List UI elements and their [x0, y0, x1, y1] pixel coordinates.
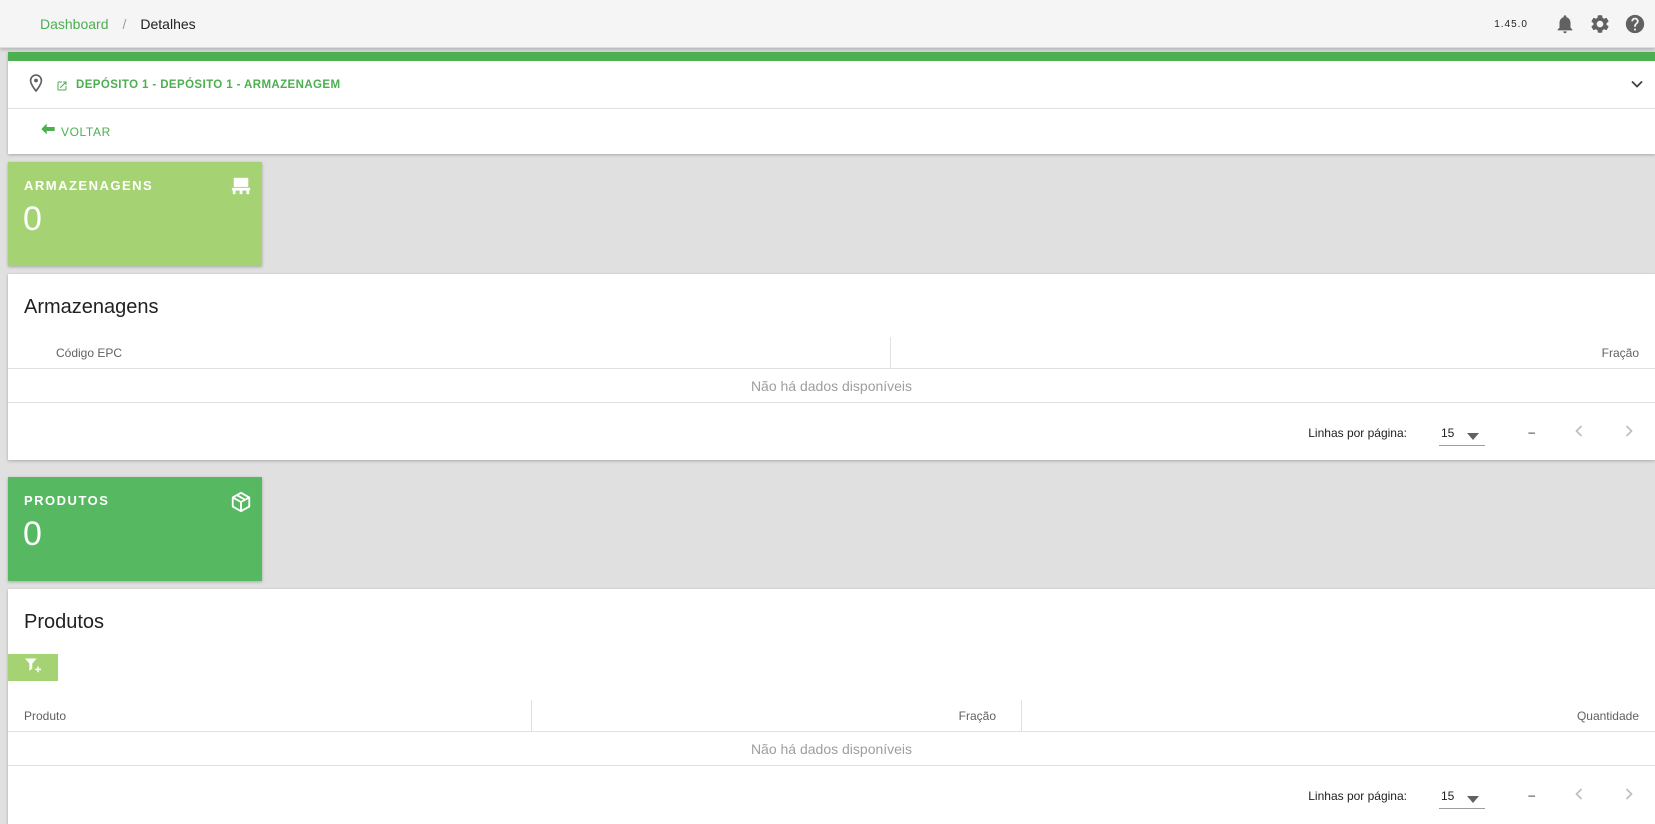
column-header-quantidade[interactable]: Quantidade — [1577, 700, 1639, 732]
back-button[interactable]: VOLTAR — [39, 121, 111, 142]
arrow-left-icon — [39, 121, 57, 142]
column-divider — [531, 700, 532, 732]
armazenagens-stat-card: ARMAZENAGENS 0 — [8, 162, 262, 266]
back-row: VOLTAR — [8, 109, 1655, 153]
header-accent-bar — [8, 52, 1655, 61]
breadcrumb-dashboard-link[interactable]: Dashboard — [40, 16, 109, 32]
rows-per-page-label: Linhas por página: — [1308, 789, 1407, 803]
rows-per-page-select[interactable]: 15 — [1439, 418, 1485, 446]
location-pin-icon — [26, 72, 46, 99]
location-link[interactable]: DEPÓSITO 1 - DEPÓSITO 1 - ARMAZENAGEM — [76, 79, 340, 91]
column-header-fracao[interactable]: Fração — [959, 700, 996, 732]
caret-down-icon — [1467, 429, 1479, 443]
empty-state-row: Não há dados disponíveis — [8, 733, 1655, 766]
app-version: 1.45.0 — [1494, 18, 1528, 30]
rows-per-page-value: 15 — [1441, 789, 1455, 803]
armazenagens-table-footer: Linhas por página: 15 – — [8, 404, 1655, 460]
produtos-stat-card: PRODUTOS 0 — [8, 477, 262, 581]
produtos-stat-value: 0 — [23, 515, 42, 553]
armazenagens-table-title: Armazenagens — [24, 296, 159, 318]
pallet-icon — [230, 176, 252, 201]
chevron-left-icon[interactable] — [1569, 784, 1589, 807]
package-icon — [230, 491, 252, 518]
empty-state-row: Não há dados disponíveis — [8, 370, 1655, 403]
produtos-table-header: Produto Fração Quantidade — [8, 700, 1655, 732]
filter-plus-icon — [24, 657, 42, 678]
rows-per-page-label: Linhas por página: — [1308, 426, 1407, 440]
open-in-new-icon[interactable] — [56, 79, 68, 97]
location-header-card: DEPÓSITO 1 - DEPÓSITO 1 - ARMAZENAGEM VO… — [8, 52, 1655, 154]
chevron-down-icon[interactable] — [1627, 74, 1647, 99]
back-label: VOLTAR — [61, 124, 111, 139]
column-header-produto[interactable]: Produto — [24, 700, 66, 732]
caret-down-icon — [1467, 792, 1479, 806]
topbar-actions: 1.45.0 — [1494, 12, 1647, 36]
rows-per-page-select[interactable]: 15 — [1439, 781, 1485, 809]
produtos-table-card: Produtos Produto Fração Quantidade Não h… — [8, 589, 1655, 824]
add-filter-button[interactable] — [8, 654, 58, 681]
breadcrumb-separator: / — [122, 16, 127, 32]
rows-per-page-value: 15 — [1441, 426, 1455, 440]
pagination-range: – — [1528, 425, 1535, 439]
help-icon[interactable] — [1623, 12, 1647, 36]
armazenagens-table-card: Armazenagens Código EPC Fração Não há da… — [8, 274, 1655, 460]
column-header-fracao[interactable]: Fração — [1602, 337, 1639, 369]
armazenagens-stat-value: 0 — [23, 200, 42, 238]
bell-icon[interactable] — [1553, 12, 1577, 36]
chevron-right-icon[interactable] — [1619, 421, 1639, 444]
gear-icon[interactable] — [1588, 12, 1612, 36]
column-divider — [890, 337, 891, 369]
column-header-codigo-epc[interactable]: Código EPC — [56, 337, 122, 369]
pagination-range: – — [1528, 788, 1535, 802]
armazenagens-table-header: Código EPC Fração — [8, 337, 1655, 369]
armazenagens-stat-title: ARMAZENAGENS — [24, 178, 154, 193]
breadcrumb: Dashboard / Detalhes — [40, 16, 196, 32]
chevron-left-icon[interactable] — [1569, 421, 1589, 444]
location-row[interactable]: DEPÓSITO 1 - DEPÓSITO 1 - ARMAZENAGEM — [8, 61, 1655, 109]
breadcrumb-current: Detalhes — [140, 16, 196, 32]
produtos-stat-title: PRODUTOS — [24, 493, 110, 508]
chevron-right-icon[interactable] — [1619, 784, 1639, 807]
produtos-table-title: Produtos — [24, 611, 105, 633]
column-divider — [1021, 700, 1022, 732]
produtos-table-footer: Linhas por página: 15 – — [8, 767, 1655, 823]
top-app-bar: Dashboard / Detalhes 1.45.0 — [0, 0, 1655, 48]
